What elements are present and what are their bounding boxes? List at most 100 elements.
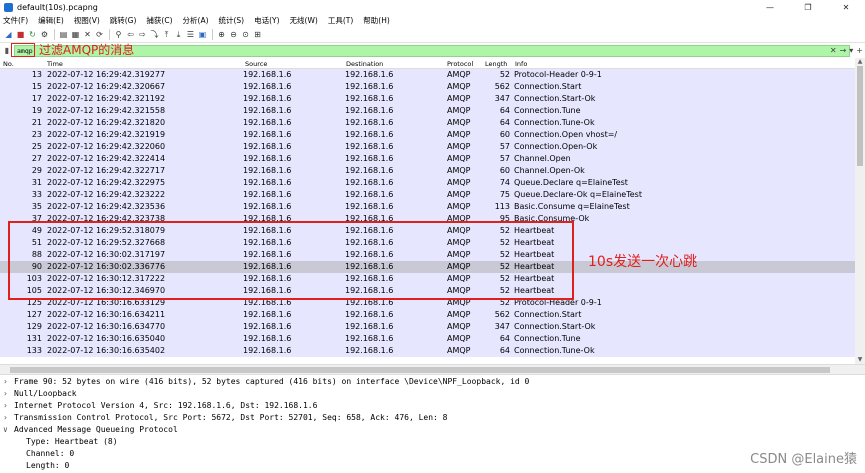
stop-capture-icon[interactable]: ■ xyxy=(15,29,26,40)
filter-dropdown-icon[interactable]: ▾ xyxy=(849,46,853,55)
go-forward-icon[interactable]: ⇨ xyxy=(137,29,148,40)
resize-columns-icon[interactable]: ⊞ xyxy=(252,29,263,40)
table-row[interactable]: 21 2022-07-12 16:29:42.321820 192.168.1.6 1… xyxy=(0,117,855,129)
table-row[interactable]: 19 2022-07-12 16:29:42.321558 192.168.1.6 1… xyxy=(0,105,855,117)
table-row[interactable]: 129 2022-07-12 16:30:16.634770 192.168.1.6… xyxy=(0,321,855,333)
find-packet-icon[interactable]: ⚲ xyxy=(113,29,124,40)
table-row[interactable]: 13 2022-07-12 16:29:42.319277 192.168.1.6 1… xyxy=(0,69,855,81)
restart-capture-icon[interactable]: ↻ xyxy=(27,29,38,40)
menu-capture[interactable]: 捕获(C) xyxy=(146,15,172,26)
go-back-icon[interactable]: ⇦ xyxy=(125,29,136,40)
cell-protocol: AMQP xyxy=(447,190,471,199)
column-header-protocol[interactable]: Protocol xyxy=(447,60,473,68)
display-filter-input[interactable]: amqp xyxy=(14,44,850,57)
chevron-down-icon[interactable]: ∨ xyxy=(3,425,11,434)
table-row[interactable]: 15 2022-07-12 16:29:42.320667 192.168.1.6 1… xyxy=(0,81,855,93)
menu-analyze[interactable]: 分析(A) xyxy=(183,15,209,26)
column-header-destination[interactable]: Destination xyxy=(346,60,383,68)
cell-protocol: AMQP xyxy=(447,310,471,319)
column-header-source[interactable]: Source xyxy=(245,60,267,68)
cell-destination: 192.168.1.6 xyxy=(345,82,394,91)
menu-view[interactable]: 视图(V) xyxy=(74,15,100,26)
cell-length: 562 xyxy=(494,310,510,319)
cell-destination: 192.168.1.6 xyxy=(345,118,394,127)
detail-tree-item[interactable]: › Frame 90: 52 bytes on wire (416 bits), … xyxy=(0,376,865,388)
minimize-button[interactable]: — xyxy=(751,0,789,14)
toolbar-divider xyxy=(54,29,55,40)
save-file-icon[interactable]: ▦ xyxy=(70,29,81,40)
table-row[interactable]: 131 2022-07-12 16:30:16.635040 192.168.1.6… xyxy=(0,333,855,345)
zoom-in-icon[interactable]: ⊕ xyxy=(216,29,227,40)
detail-tree-item[interactable]: ∨ Advanced Message Queueing Protocol xyxy=(0,424,865,436)
table-row[interactable]: 23 2022-07-12 16:29:42.321919 192.168.1.6 1… xyxy=(0,129,855,141)
cell-destination: 192.168.1.6 xyxy=(345,70,394,79)
detail-tree-item[interactable]: › Transmission Control Protocol, Src Port… xyxy=(0,412,865,424)
menu-go[interactable]: 跳转(G) xyxy=(110,15,137,26)
packet-details[interactable]: › Frame 90: 52 bytes on wire (416 bits), … xyxy=(0,376,865,473)
chevron-right-icon[interactable]: › xyxy=(3,389,11,398)
cell-time: 2022-07-12 16:29:42.320667 xyxy=(47,82,166,91)
table-row[interactable]: 17 2022-07-12 16:29:42.321192 192.168.1.6 1… xyxy=(0,93,855,105)
table-row[interactable]: 35 2022-07-12 16:29:42.323536 192.168.1.6 1… xyxy=(0,201,855,213)
colorize-icon[interactable]: ▣ xyxy=(197,29,208,40)
clear-filter-icon[interactable]: ✕ xyxy=(830,46,837,55)
chevron-right-icon[interactable]: › xyxy=(3,377,11,386)
apply-filter-icon[interactable]: → xyxy=(840,46,847,55)
cell-source: 192.168.1.6 xyxy=(243,94,292,103)
column-header-length[interactable]: Length xyxy=(485,60,507,68)
first-packet-icon[interactable]: ⤒ xyxy=(161,29,172,40)
table-row[interactable]: 33 2022-07-12 16:29:42.323222 192.168.1.6 1… xyxy=(0,189,855,201)
table-row[interactable]: 127 2022-07-12 16:30:16.634211 192.168.1.6… xyxy=(0,309,855,321)
menu-edit[interactable]: 编辑(E) xyxy=(38,15,64,26)
add-filter-icon[interactable]: + xyxy=(856,46,863,55)
detail-text: Transmission Control Protocol, Src Port:… xyxy=(14,413,448,422)
chevron-right-icon[interactable]: › xyxy=(3,413,11,422)
scroll-thumb[interactable] xyxy=(857,66,863,166)
close-button[interactable]: ✕ xyxy=(827,0,865,14)
pane-splitter[interactable] xyxy=(0,364,865,375)
menu-tools[interactable]: 工具(T) xyxy=(328,15,353,26)
packet-list[interactable]: No. Time Source Destination Protocol Len… xyxy=(0,58,855,364)
maximize-button[interactable]: ❐ xyxy=(789,0,827,14)
packet-list-scrollbar[interactable]: ▲ ▼ xyxy=(855,58,865,364)
detail-field[interactable]: Length: 0 xyxy=(0,460,865,472)
scroll-down-icon[interactable]: ▼ xyxy=(855,356,865,364)
last-packet-icon[interactable]: ⤓ xyxy=(173,29,184,40)
wireshark-icon xyxy=(4,2,13,12)
table-row[interactable]: 31 2022-07-12 16:29:42.322975 192.168.1.6 1… xyxy=(0,177,855,189)
column-header-no[interactable]: No. xyxy=(3,60,14,68)
table-row[interactable]: 133 2022-07-12 16:30:16.635402 192.168.1.6… xyxy=(0,345,855,357)
menu-file[interactable]: 文件(F) xyxy=(3,15,28,26)
scroll-up-icon[interactable]: ▲ xyxy=(855,58,865,66)
capture-options-icon[interactable]: ⚙ xyxy=(39,29,50,40)
cell-destination: 192.168.1.6 xyxy=(345,310,394,319)
menu-telephony[interactable]: 电话(Y) xyxy=(254,15,279,26)
zoom-normal-icon[interactable]: ⊙ xyxy=(240,29,251,40)
autoscroll-icon[interactable]: ☰ xyxy=(185,29,196,40)
cell-source: 192.168.1.6 xyxy=(243,322,292,331)
cell-length: 64 xyxy=(499,346,510,355)
detail-tree-item[interactable]: › Internet Protocol Version 4, Src: 192.1… xyxy=(0,400,865,412)
reload-file-icon[interactable]: ⟳ xyxy=(94,29,105,40)
close-file-icon[interactable]: ✕ xyxy=(82,29,93,40)
window-title: default(10s).pcapng xyxy=(17,2,98,12)
cell-info: Connection.Open-Ok xyxy=(514,142,598,151)
detail-field[interactable]: Type: Heartbeat (8) xyxy=(0,436,865,448)
table-row[interactable]: 29 2022-07-12 16:29:42.322717 192.168.1.6 1… xyxy=(0,165,855,177)
zoom-out-icon[interactable]: ⊖ xyxy=(228,29,239,40)
menu-wireless[interactable]: 无线(W) xyxy=(290,15,318,26)
menu-statistics[interactable]: 统计(S) xyxy=(219,15,245,26)
open-file-icon[interactable]: ▤ xyxy=(58,29,69,40)
chevron-right-icon[interactable]: › xyxy=(3,401,11,410)
go-to-packet-icon[interactable]: ⤵ xyxy=(149,29,160,40)
column-header-info[interactable]: Info xyxy=(515,60,527,68)
detail-tree-item[interactable]: › Null/Loopback xyxy=(0,388,865,400)
horizontal-scroll-thumb[interactable] xyxy=(10,367,830,373)
column-header-time[interactable]: Time xyxy=(47,60,63,68)
menu-help[interactable]: 帮助(H) xyxy=(363,15,390,26)
start-capture-icon[interactable]: ◢ xyxy=(3,29,14,40)
cell-protocol: AMQP xyxy=(447,346,471,355)
detail-field[interactable]: Channel: 0 xyxy=(0,448,865,460)
table-row[interactable]: 27 2022-07-12 16:29:42.322414 192.168.1.6 1… xyxy=(0,153,855,165)
table-row[interactable]: 25 2022-07-12 16:29:42.322060 192.168.1.6 1… xyxy=(0,141,855,153)
